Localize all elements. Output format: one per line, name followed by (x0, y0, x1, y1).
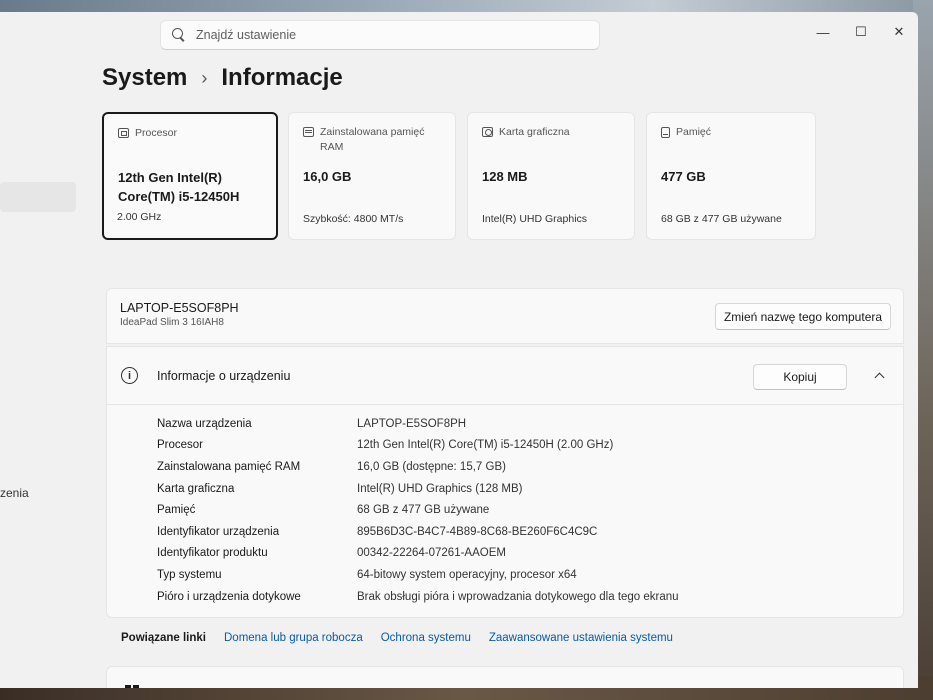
processor-card[interactable]: Procesor 12th Gen Intel(R) Core(TM) i5-1… (102, 112, 278, 240)
spec-row: Procesor 12th Gen Intel(R) Core(TM) i5-12… (157, 435, 679, 457)
windows-logo-icon (125, 685, 139, 688)
device-name-panel: LAPTOP-E5SOF8PH IdeaPad Slim 3 16IAH8 Zm… (106, 288, 904, 344)
maximize-button[interactable]: ☐ (842, 20, 880, 44)
spec-row: Nazwa urządzenia LAPTOP-E5SOF8PH (157, 413, 679, 435)
spec-value: 16,0 GB (dostępne: 15,7 GB) (357, 460, 506, 473)
breadcrumb-separator-icon: › (201, 67, 208, 88)
spec-label: Zainstalowana pamięć RAM (157, 460, 301, 473)
card-title: Procesor (135, 127, 178, 139)
card-title: Zainstalowana pamięć RAM (320, 126, 425, 153)
storage-card[interactable]: Pamięć 477 GB 68 GB z 477 GB używane (646, 112, 816, 240)
spec-value: LAPTOP-E5SOF8PH (357, 417, 467, 430)
card-title: Pamięć (676, 126, 712, 138)
card-subtitle: 2.00 GHz (117, 211, 162, 223)
minimize-button[interactable]: — (804, 20, 842, 44)
spec-value: 12th Gen Intel(R) Core(TM) i5-12450H (2.… (357, 439, 614, 452)
card-value: 477 GB (661, 169, 706, 184)
windows-spec-panel[interactable] (106, 666, 904, 688)
card-value-line: Core(TM) i5-12450H (118, 189, 240, 204)
window-controls: — ☐ ✕ (804, 20, 918, 44)
sidebar-item-fragment[interactable]: zenia (0, 486, 29, 500)
card-value: 12th Gen Intel(R) Core(TM) i5-12450H (118, 168, 262, 206)
spec-row: Identyfikator urządzenia 895B6D3C-B4C7-4B… (157, 521, 679, 543)
ram-card[interactable]: Zainstalowana pamięć RAM 16,0 GB Szybkoś… (288, 112, 456, 240)
spec-label: Pióro i urządzenia dotykowe (157, 590, 301, 603)
device-info-panel: i Informacje o urządzeniu Kopiuj Nazwa u… (106, 346, 904, 618)
sidebar-selected-item[interactable] (0, 182, 76, 212)
card-subtitle: 68 GB z 477 GB używane (661, 213, 782, 225)
card-value: 16,0 GB (303, 169, 352, 184)
processor-icon (118, 128, 129, 138)
page-title: Informacje (221, 64, 343, 91)
device-name: LAPTOP-E5SOF8PH (120, 301, 239, 315)
graphics-card[interactable]: Karta graficzna 128 MB Intel(R) UHD Grap… (467, 112, 635, 240)
spec-row: Pamięć 68 GB z 477 GB używane (157, 499, 679, 521)
spec-value: Intel(R) UHD Graphics (128 MB) (357, 482, 523, 495)
link-advanced-system-settings[interactable]: Zaawansowane ustawienia systemu (489, 632, 673, 644)
spec-value: 895B6D3C-B4C7-4B89-8C68-BE260F6C4C9C (357, 525, 598, 538)
device-info-header[interactable]: i Informacje o urządzeniu Kopiuj (107, 347, 903, 405)
spec-label: Procesor (157, 439, 204, 452)
settings-window: zenia — ☐ ✕ System › Informacje Procesor… (0, 12, 918, 688)
graphics-card-icon (482, 127, 493, 137)
info-icon: i (121, 367, 138, 384)
spec-row: Identyfikator produktu 00342-22264-07261-… (157, 543, 679, 565)
copy-button[interactable]: Kopiuj (753, 364, 847, 390)
card-title: Karta graficzna (499, 126, 570, 138)
spec-value: Brak obsługi pióra i wprowadzania dotyko… (357, 590, 679, 603)
card-subtitle: Szybkość: 4800 MT/s (303, 213, 404, 225)
card-header: Karta graficzna (482, 125, 620, 157)
spec-label: Identyfikator produktu (157, 547, 268, 560)
search-input[interactable] (196, 28, 576, 42)
spec-value: 64-bitowy system operacyjny, procesor x6… (357, 568, 577, 581)
chevron-up-icon[interactable] (873, 369, 887, 383)
spec-label: Pamięć (157, 504, 196, 517)
card-value-line: 12th Gen Intel(R) (118, 170, 223, 185)
spec-label: Typ systemu (157, 568, 222, 581)
device-spec-table: Nazwa urządzenia LAPTOP-E5SOF8PH Procesor… (157, 413, 679, 607)
spec-row: Pióro i urządzenia dotykowe Brak obsługi … (157, 586, 679, 608)
card-header: Pamięć (661, 125, 801, 157)
rename-computer-button[interactable]: Zmień nazwę tego komputera (715, 303, 891, 330)
storage-icon (661, 127, 670, 138)
related-links: Powiązane linki Domena lub grupa robocza… (106, 618, 904, 658)
spec-row: Typ systemu 64-bitowy system operacyjny, … (157, 564, 679, 586)
spec-row: Zainstalowana pamięć RAM 16,0 GB (dostępn… (157, 456, 679, 478)
card-subtitle: Intel(R) UHD Graphics (482, 213, 588, 225)
spec-label: Karta graficzna (157, 482, 235, 495)
card-value: 128 MB (482, 169, 528, 184)
link-domain-workgroup[interactable]: Domena lub grupa robocza (224, 632, 363, 644)
link-system-protection[interactable]: Ochrona systemu (381, 632, 471, 644)
memory-icon (303, 127, 314, 137)
breadcrumb: System › Informacje (102, 64, 343, 92)
breadcrumb-system[interactable]: System (102, 64, 187, 92)
device-model: IdeaPad Slim 3 16IAH8 (120, 317, 224, 328)
spec-value: 68 GB z 477 GB używane (357, 504, 490, 517)
spec-value: 00342-22264-07261-AAOEM (357, 547, 506, 560)
spec-row: Karta graficzna Intel(R) UHD Graphics (12… (157, 478, 679, 500)
spec-label: Identyfikator urządzenia (157, 525, 280, 538)
close-button[interactable]: ✕ (880, 20, 918, 44)
card-header: Zainstalowana pamięć RAM (303, 125, 441, 157)
search-box[interactable] (160, 20, 600, 50)
search-icon (172, 28, 186, 42)
card-header: Procesor (118, 126, 262, 158)
related-links-label: Powiązane linki (121, 632, 206, 644)
spec-label: Nazwa urządzenia (157, 417, 252, 430)
device-info-title: Informacje o urządzeniu (157, 369, 291, 383)
